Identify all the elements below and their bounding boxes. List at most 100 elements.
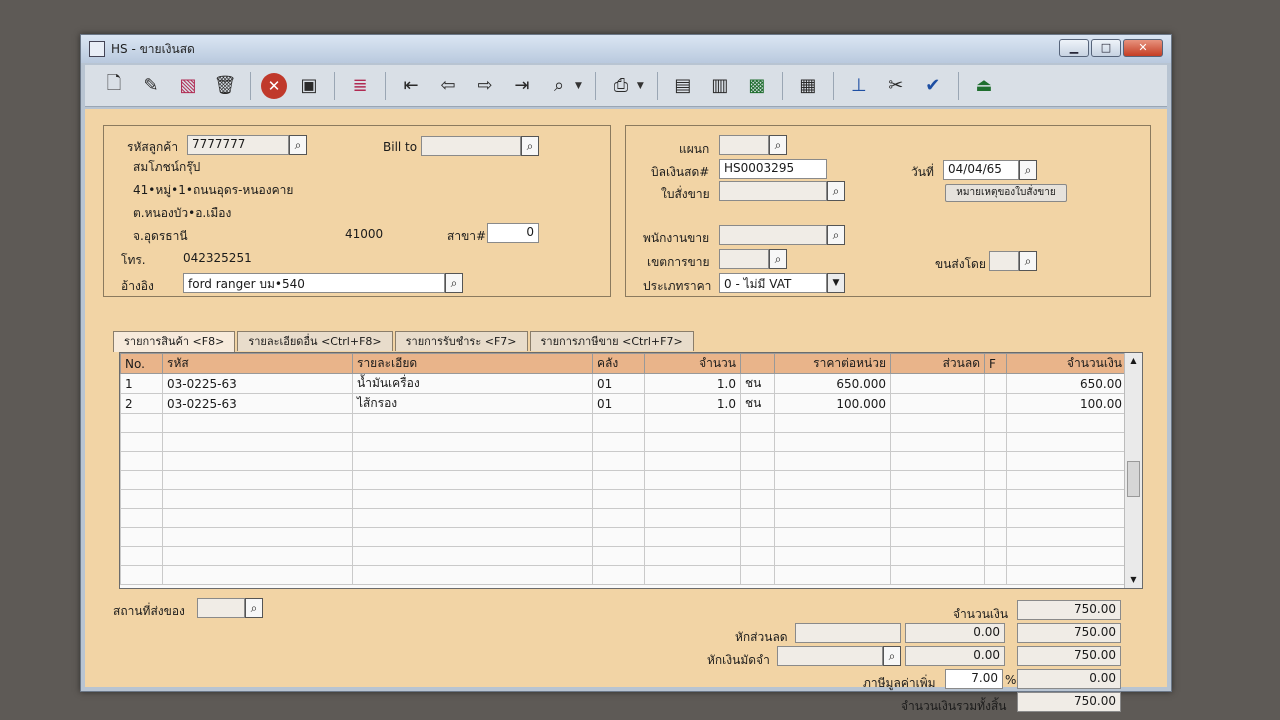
table-row[interactable]: 2 03-0225-63 ไส้กรอง 01 1.0 ชน 100.000 100.00 <box>120 393 1127 414</box>
sales-area-search-icon[interactable]: ⌕ <box>769 249 787 269</box>
empty-cell[interactable] <box>984 432 1007 452</box>
empty-cell[interactable] <box>352 451 593 471</box>
empty-cell[interactable] <box>740 470 775 490</box>
empty-cell[interactable] <box>592 546 645 566</box>
department-search-icon[interactable]: ⌕ <box>769 135 787 155</box>
cell-code[interactable]: 03-0225-63 <box>162 373 353 394</box>
empty-cell[interactable] <box>644 451 741 471</box>
col-flag[interactable]: F <box>984 353 1007 374</box>
empty-cell[interactable] <box>1006 413 1127 433</box>
date-search-icon[interactable]: ⌕ <box>1019 160 1037 180</box>
empty-row[interactable] <box>120 527 1127 547</box>
empty-cell[interactable] <box>162 432 353 452</box>
billto-search-icon[interactable]: ⌕ <box>521 136 539 156</box>
empty-cell[interactable] <box>774 565 891 585</box>
empty-cell[interactable] <box>890 527 985 547</box>
sales-area-field[interactable] <box>719 249 769 269</box>
empty-cell[interactable] <box>162 470 353 490</box>
empty-cell[interactable] <box>644 470 741 490</box>
sales-order-search-icon[interactable]: ⌕ <box>827 181 845 201</box>
print-icon[interactable]: ⎙ <box>606 71 636 101</box>
col-quantity[interactable]: จำนวน <box>644 353 741 374</box>
empty-cell[interactable] <box>120 527 163 547</box>
discount-text-field[interactable] <box>795 623 901 643</box>
cell-unit-price[interactable]: 100.000 <box>774 393 891 414</box>
cancel-icon[interactable]: ✕ <box>261 72 287 99</box>
close-button[interactable]: ✕ <box>1123 39 1163 57</box>
salesman-field[interactable] <box>719 225 827 245</box>
empty-cell[interactable] <box>740 489 775 509</box>
empty-cell[interactable] <box>162 527 353 547</box>
cell-flag[interactable] <box>984 393 1007 414</box>
col-warehouse[interactable]: คลัง <box>592 353 645 374</box>
col-discount[interactable]: ส่วนลด <box>890 353 985 374</box>
empty-cell[interactable] <box>1006 470 1127 490</box>
cell-quantity[interactable]: 1.0 <box>644 373 741 394</box>
cell-amount[interactable]: 650.00 <box>1006 373 1127 394</box>
empty-cell[interactable] <box>592 413 645 433</box>
cell-unit[interactable]: ชน <box>740 393 775 414</box>
empty-cell[interactable] <box>592 451 645 471</box>
empty-cell[interactable] <box>774 451 891 471</box>
empty-cell[interactable] <box>890 546 985 566</box>
empty-cell[interactable] <box>162 565 353 585</box>
empty-cell[interactable] <box>120 489 163 509</box>
new-icon[interactable]: 🗋 <box>99 71 129 101</box>
shipping-by-search-icon[interactable]: ⌕ <box>1019 251 1037 271</box>
empty-cell[interactable] <box>644 413 741 433</box>
empty-cell[interactable] <box>774 413 891 433</box>
find-icon[interactable]: ⌕ <box>544 71 574 101</box>
billto-field[interactable] <box>421 136 521 156</box>
cell-no[interactable]: 1 <box>120 373 163 394</box>
scroll-thumb[interactable] <box>1127 461 1140 497</box>
table-row[interactable]: 1 03-0225-63 น้ำมันเครื่อง 01 1.0 ชน 650.000 65… <box>120 373 1127 394</box>
empty-cell[interactable] <box>592 508 645 528</box>
delete-doc-icon[interactable]: ▧ <box>173 71 203 101</box>
empty-cell[interactable] <box>162 489 353 509</box>
vat-rate-field[interactable]: 7.00 <box>945 669 1003 689</box>
cell-code[interactable]: 03-0225-63 <box>162 393 353 414</box>
empty-row[interactable] <box>120 413 1127 433</box>
empty-cell[interactable] <box>774 546 891 566</box>
empty-cell[interactable] <box>120 451 163 471</box>
col-amount[interactable]: จำนวนเงิน <box>1006 353 1127 374</box>
empty-cell[interactable] <box>120 470 163 490</box>
empty-cell[interactable] <box>120 546 163 566</box>
empty-cell[interactable] <box>592 489 645 509</box>
deposit-ref-field[interactable] <box>777 646 883 666</box>
trash-icon[interactable]: 🗑 <box>210 71 240 101</box>
image-icon[interactable]: ▩ <box>742 71 772 101</box>
empty-cell[interactable] <box>984 451 1007 471</box>
empty-cell[interactable] <box>644 546 741 566</box>
empty-cell[interactable] <box>740 565 775 585</box>
empty-cell[interactable] <box>984 413 1007 433</box>
empty-cell[interactable] <box>644 489 741 509</box>
sales-order-note-button[interactable]: หมายเหตุของใบสั่งขาย <box>945 184 1067 202</box>
empty-cell[interactable] <box>352 489 593 509</box>
empty-cell[interactable] <box>592 565 645 585</box>
branch-field[interactable]: 0 <box>487 223 539 243</box>
empty-cell[interactable] <box>592 527 645 547</box>
cell-warehouse[interactable]: 01 <box>592 393 645 414</box>
empty-cell[interactable] <box>644 432 741 452</box>
shipping-by-field[interactable] <box>989 251 1019 271</box>
window2-icon[interactable]: ▥ <box>705 71 735 101</box>
col-unit-price[interactable]: ราคาต่อหน่วย <box>774 353 891 374</box>
empty-cell[interactable] <box>774 470 891 490</box>
empty-cell[interactable] <box>1006 432 1127 452</box>
grid-scrollbar[interactable]: ▲ ▼ <box>1124 353 1142 588</box>
cell-unit[interactable]: ชน <box>740 373 775 394</box>
col-no[interactable]: No. <box>120 353 163 374</box>
empty-row[interactable] <box>120 451 1127 471</box>
price-type-select[interactable]: 0 - ไม่มี VAT <box>719 273 827 293</box>
salesman-search-icon[interactable]: ⌕ <box>827 225 845 245</box>
books-icon[interactable]: ≣ <box>345 71 375 101</box>
empty-cell[interactable] <box>120 565 163 585</box>
reference-search-icon[interactable]: ⌕ <box>445 273 463 293</box>
empty-cell[interactable] <box>890 451 985 471</box>
cell-warehouse[interactable]: 01 <box>592 373 645 394</box>
empty-cell[interactable] <box>352 565 593 585</box>
empty-cell[interactable] <box>890 470 985 490</box>
scroll-down-icon[interactable]: ▼ <box>1125 572 1142 588</box>
empty-cell[interactable] <box>1006 489 1127 509</box>
